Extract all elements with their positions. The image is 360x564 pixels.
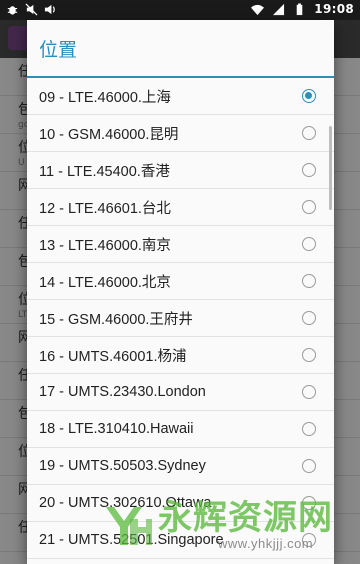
wifi-icon [251,4,265,15]
location-option-label: 18 - LTE.310410.Hawaii [39,421,194,437]
location-option-label: 17 - UMTS.23430.London [39,384,206,400]
radio-unchecked-icon[interactable] [302,533,316,547]
radio-unchecked-icon[interactable] [302,385,316,399]
radio-unchecked-icon[interactable] [302,459,316,473]
silent-icon [25,3,38,16]
radio-unchecked-icon[interactable] [302,126,316,140]
location-option[interactable]: 12 - LTE.46601.台北 [27,189,334,226]
location-option-label: 20 - UMTS.302610.Ottawa [39,495,212,511]
location-list[interactable]: 09 - LTE.46000.上海 10 - GSM.46000.昆明 11 - L… [27,78,334,559]
location-option-label: 16 - UMTS.46001.杨浦 [39,348,187,365]
location-option[interactable]: 18 - LTE.310410.Hawaii [27,411,334,448]
location-option-label: 11 - LTE.45400.香港 [39,163,170,180]
radio-unchecked-icon[interactable] [302,311,316,325]
location-option-label: 10 - GSM.46000.昆明 [39,126,179,143]
location-option-label: 13 - LTE.46000.南京 [39,237,171,254]
location-option-label: 19 - UMTS.50503.Sydney [39,458,206,474]
location-option-label: 09 - LTE.46000.上海 [39,89,171,106]
radio-checked-icon[interactable] [302,89,316,103]
location-option-label: 14 - LTE.46000.北京 [39,274,171,291]
status-bar: 19:08 [0,0,360,20]
location-option[interactable]: 19 - UMTS.50503.Sydney [27,448,334,485]
status-bar-right: 19:08 [251,2,354,16]
location-option-label: 15 - GSM.46000.王府井 [39,311,193,328]
radio-unchecked-icon[interactable] [302,422,316,436]
volume-icon [44,4,55,15]
radio-unchecked-icon[interactable] [302,274,316,288]
radio-unchecked-icon[interactable] [302,496,316,510]
radio-unchecked-icon[interactable] [302,348,316,362]
location-option[interactable]: 15 - GSM.46000.王府井 [27,300,334,337]
location-dialog: 位置 09 - LTE.46000.上海 10 - GSM.46000.昆明 11 … [27,20,334,564]
location-option[interactable]: 10 - GSM.46000.昆明 [27,115,334,152]
location-option[interactable]: 09 - LTE.46000.上海 [27,78,334,115]
status-time: 19:08 [314,2,354,16]
location-option[interactable]: 11 - LTE.45400.香港 [27,152,334,189]
radio-unchecked-icon[interactable] [302,163,316,177]
location-option[interactable]: 16 - UMTS.46001.杨浦 [27,337,334,374]
dialog-title: 位置 [39,38,78,61]
location-option[interactable]: 20 - UMTS.302610.Ottawa [27,485,334,522]
battery-icon [297,2,303,15]
location-option-label: 12 - LTE.46601.台北 [39,200,171,217]
signal-icon [273,3,285,15]
location-option[interactable]: 17 - UMTS.23430.London [27,374,334,411]
bug-icon [7,6,18,15]
location-option-label: 21 - UMTS.52501.Singapore [39,532,224,548]
location-option[interactable]: 21 - UMTS.52501.Singapore [27,522,334,559]
location-option[interactable]: 13 - LTE.46000.南京 [27,226,334,263]
radio-unchecked-icon[interactable] [302,200,316,214]
status-bar-left [6,3,57,16]
location-option[interactable]: 14 - LTE.46000.北京 [27,263,334,300]
radio-unchecked-icon[interactable] [302,237,316,251]
list-scrollbar[interactable] [329,126,332,210]
